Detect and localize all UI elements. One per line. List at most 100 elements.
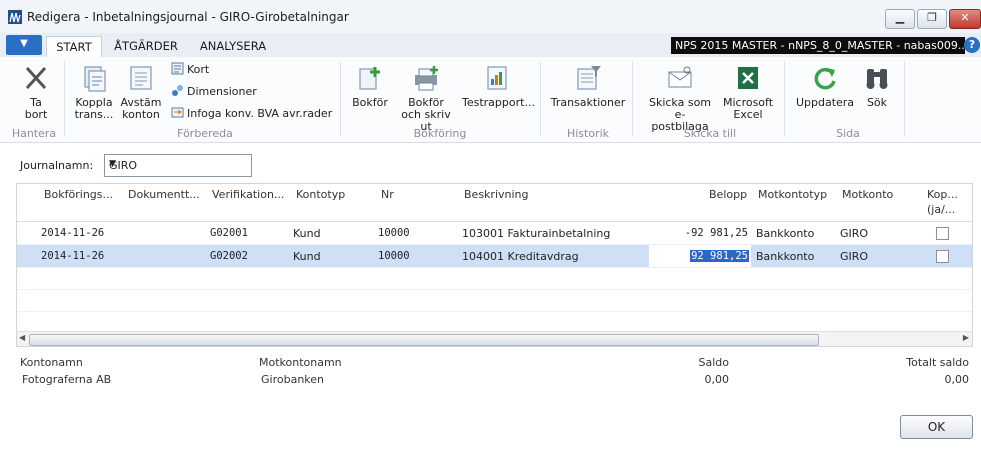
cell-posting-date[interactable]: 2014-11-26 <box>41 250 104 262</box>
find-label: Sök <box>866 96 888 109</box>
amount-edit-field[interactable]: 92 981,25 <box>649 245 751 267</box>
total-balance-value: 0,00 <box>944 373 970 386</box>
col-header-bal-account-no[interactable]: Motkonto <box>842 188 893 201</box>
apply-entries-button[interactable]: Koppla trans... <box>72 63 116 121</box>
scroll-right-icon[interactable]: ▶ <box>963 333 969 342</box>
col-header-posting-date[interactable]: Bokförings... <box>44 188 113 201</box>
insert-conv-icon <box>171 107 184 118</box>
account-name-label: Kontonamn <box>20 356 83 369</box>
email-attachment-icon <box>668 66 692 88</box>
ok-button[interactable]: OK <box>900 415 973 439</box>
cell-account-no[interactable]: 10000 <box>378 227 410 239</box>
applied-checkbox[interactable] <box>936 250 949 263</box>
window-title: Redigera - Inbetalningsjournal - GIRO-Gi… <box>27 10 349 24</box>
tab-analyze[interactable]: ANALYSERA <box>192 36 274 57</box>
cell-document-no[interactable]: G02002 <box>210 250 248 262</box>
transactions-button[interactable]: Transaktioner <box>550 63 626 109</box>
group-label-page: Sida <box>836 127 860 140</box>
bal-account-name-label: Motkontonamn <box>259 356 342 369</box>
company-banner: NPS 2015 MASTER - nNPS_8_0_MASTER - naba… <box>671 37 965 54</box>
group-label-prepare: Förbereda <box>177 127 233 140</box>
cell-account-no[interactable]: 10000 <box>378 250 410 262</box>
scroll-left-icon[interactable]: ◀ <box>19 333 25 342</box>
cell-amount[interactable]: -92 981,25 <box>685 227 748 239</box>
close-button[interactable]: ✕ <box>949 9 981 29</box>
post-button[interactable]: Bokför <box>350 63 390 109</box>
cell-account-type[interactable]: Kund <box>293 227 321 240</box>
help-icon[interactable]: ? <box>964 37 980 53</box>
reconcile-icon <box>130 66 152 90</box>
cell-bal-account-type[interactable]: Bankkonto <box>756 227 814 240</box>
test-report-button[interactable]: Testrapport... <box>462 63 535 109</box>
card-button[interactable]: Kort <box>171 62 209 76</box>
ribbon-separator <box>64 61 65 137</box>
excel-button[interactable]: Microsoft Excel <box>720 63 776 121</box>
group-label-send: Skicka till <box>683 127 737 140</box>
col-header-account-no[interactable]: Nr <box>381 188 394 201</box>
restore-button[interactable]: ❐ <box>917 9 947 29</box>
minimize-button[interactable]: ▁ <box>885 9 915 29</box>
excel-icon <box>738 67 758 89</box>
test-report-label: Testrapport... <box>462 96 535 109</box>
post-label: Bokför <box>352 96 388 109</box>
post-print-button[interactable]: Bokför och skriv ut <box>394 63 458 133</box>
send-email-label-1: Skicka som e- <box>648 96 712 121</box>
delete-label-2: bort <box>24 108 48 121</box>
cell-bal-account-type[interactable]: Bankkonto <box>756 250 814 263</box>
transactions-label: Transaktioner <box>550 96 626 109</box>
ribbon-separator <box>784 61 785 137</box>
ribbon-separator <box>904 61 905 137</box>
col-header-document-type[interactable]: Dokumentt... <box>128 188 200 201</box>
row-divider <box>17 311 972 312</box>
cell-bal-account-no[interactable]: GIRO <box>840 250 868 263</box>
refresh-button[interactable]: Uppdatera <box>794 63 856 109</box>
cell-description[interactable]: 104001 Kreditavdrag <box>462 250 579 263</box>
chevron-down-icon: ▼ <box>20 38 28 49</box>
reconcile-button[interactable]: Avstäm konton <box>118 63 164 121</box>
col-header-amount[interactable]: Belopp <box>709 188 747 201</box>
dimensions-button[interactable]: Dimensioner <box>171 84 257 98</box>
card-icon <box>171 62 184 75</box>
horizontal-scrollbar[interactable]: ◀ ▶ <box>17 331 972 346</box>
col-header-account-type[interactable]: Kontotyp <box>296 188 345 201</box>
cell-posting-date[interactable]: 2014-11-26 <box>41 227 104 239</box>
cell-description[interactable]: 103001 Fakturainbetalning <box>462 227 610 240</box>
delete-button[interactable]: Ta bort <box>16 63 56 121</box>
row-divider <box>17 267 972 268</box>
col-header-document-no[interactable]: Verifikation... <box>212 188 284 201</box>
application-menu-button[interactable]: ▼ <box>6 35 42 55</box>
journal-name-label: Journalnamn: <box>20 159 94 172</box>
send-email-button[interactable]: Skicka som e- postbilaga <box>642 63 718 133</box>
app-logo-icon <box>8 10 22 24</box>
post-icon <box>359 67 380 90</box>
cell-account-type[interactable]: Kund <box>293 250 321 263</box>
close-icon: ✕ <box>960 11 970 24</box>
ribbon-separator <box>632 61 633 137</box>
table-row[interactable]: 2014-11-26 G02001 Kund 10000 103001 Fakt… <box>17 222 972 244</box>
tab-start[interactable]: START <box>46 36 102 58</box>
journal-name-select[interactable]: GIRO ▼ <box>104 154 252 177</box>
apply-entries-label-2: trans... <box>74 108 114 121</box>
insert-conv-button[interactable]: Infoga konv. BVA avr.rader <box>171 106 332 120</box>
transactions-icon <box>577 66 601 90</box>
refresh-label: Uppdatera <box>795 96 855 109</box>
group-label-posting: Bokföring <box>413 127 467 140</box>
bal-account-name-value: Girobanken <box>261 373 325 386</box>
reconcile-label-2: konton <box>122 108 160 121</box>
find-button[interactable]: Sök <box>860 63 894 109</box>
group-label-history: Historik <box>566 127 610 140</box>
col-header-applied[interactable]: Kop... <box>927 188 958 201</box>
applied-checkbox[interactable] <box>936 227 949 240</box>
cell-document-no[interactable]: G02001 <box>210 227 248 239</box>
table-row[interactable]: 2014-11-26 G02002 Kund 10000 104001 Kred… <box>17 245 972 267</box>
scrollbar-thumb[interactable] <box>29 334 819 346</box>
total-balance-label: Totalt saldo <box>906 356 969 369</box>
chevron-down-icon: ▼ <box>109 159 116 169</box>
col-header-bal-account-type[interactable]: Motkontotyp <box>758 188 827 201</box>
row-divider <box>17 289 972 290</box>
tab-actions[interactable]: ÅTGÄRDER <box>108 36 184 57</box>
balance-value: 0,00 <box>704 373 730 386</box>
cell-bal-account-no[interactable]: GIRO <box>840 227 868 240</box>
col-header-description[interactable]: Beskrivning <box>464 188 529 201</box>
account-name-value: Fotograferna AB <box>22 373 112 386</box>
